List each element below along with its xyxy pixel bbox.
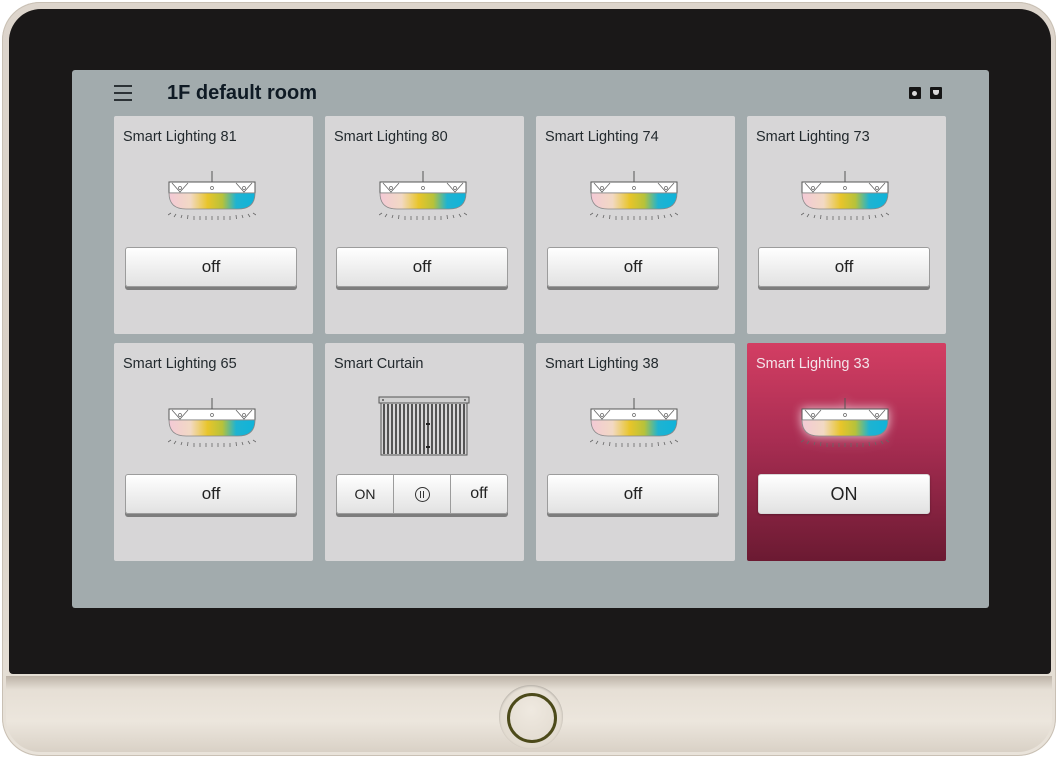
curtain-close-button[interactable]: off [451, 475, 507, 513]
shield-icon[interactable] [930, 87, 942, 99]
toggle-button[interactable]: off [125, 474, 297, 514]
app-screen: 1F default room Smart Lighting 81 off Sm… [72, 70, 989, 608]
toggle-button[interactable]: off [336, 247, 508, 287]
toggle-button[interactable]: ON [758, 474, 930, 514]
device-card-smart-lighting-81: Smart Lighting 81 off [114, 116, 313, 334]
device-card-smart-lighting-33: Smart Lighting 33 ON [747, 343, 946, 561]
device-name: Smart Curtain [334, 356, 424, 372]
lamp-icon [590, 398, 678, 450]
device-card-smart-lighting-38: Smart Lighting 38 off [536, 343, 735, 561]
page-title: 1F default room [167, 82, 318, 104]
device-name: Smart Lighting 33 [756, 356, 870, 372]
lamp-icon [801, 398, 889, 450]
device-name: Smart Lighting 73 [756, 129, 870, 145]
toggle-button[interactable]: off [547, 247, 719, 287]
device-card-smart-lighting-74: Smart Lighting 74 off [536, 116, 735, 334]
lamp-icon [168, 398, 256, 450]
device-card-smart-curtain: Smart Curtain ON off [325, 343, 524, 561]
home-button[interactable] [499, 685, 563, 749]
device-card-smart-lighting-65: Smart Lighting 65 off [114, 343, 313, 561]
device-name: Smart Lighting 65 [123, 356, 237, 372]
curtain-pause-button[interactable] [394, 475, 451, 513]
top-bar: 1F default room [72, 70, 989, 116]
device-name: Smart Lighting 80 [334, 129, 448, 145]
device-name: Smart Lighting 74 [545, 129, 659, 145]
lamp-icon [590, 171, 678, 223]
curtain-controls: ON off [336, 474, 508, 514]
lamp-icon [168, 171, 256, 223]
toggle-button[interactable]: off [758, 247, 930, 287]
curtain-icon [378, 396, 470, 456]
menu-icon[interactable] [114, 85, 132, 101]
pause-icon [414, 486, 430, 502]
toggle-button[interactable]: off [125, 247, 297, 287]
device-card-smart-lighting-73: Smart Lighting 73 off [747, 116, 946, 334]
lamp-icon [801, 171, 889, 223]
curtain-open-button[interactable]: ON [337, 475, 394, 513]
lamp-icon [379, 171, 467, 223]
device-card-smart-lighting-80: Smart Lighting 80 off [325, 116, 524, 334]
device-name: Smart Lighting 81 [123, 129, 237, 145]
home-ring-icon [507, 693, 557, 743]
speaker-icon[interactable] [909, 87, 921, 99]
device-name: Smart Lighting 38 [545, 356, 659, 372]
toggle-button[interactable]: off [547, 474, 719, 514]
